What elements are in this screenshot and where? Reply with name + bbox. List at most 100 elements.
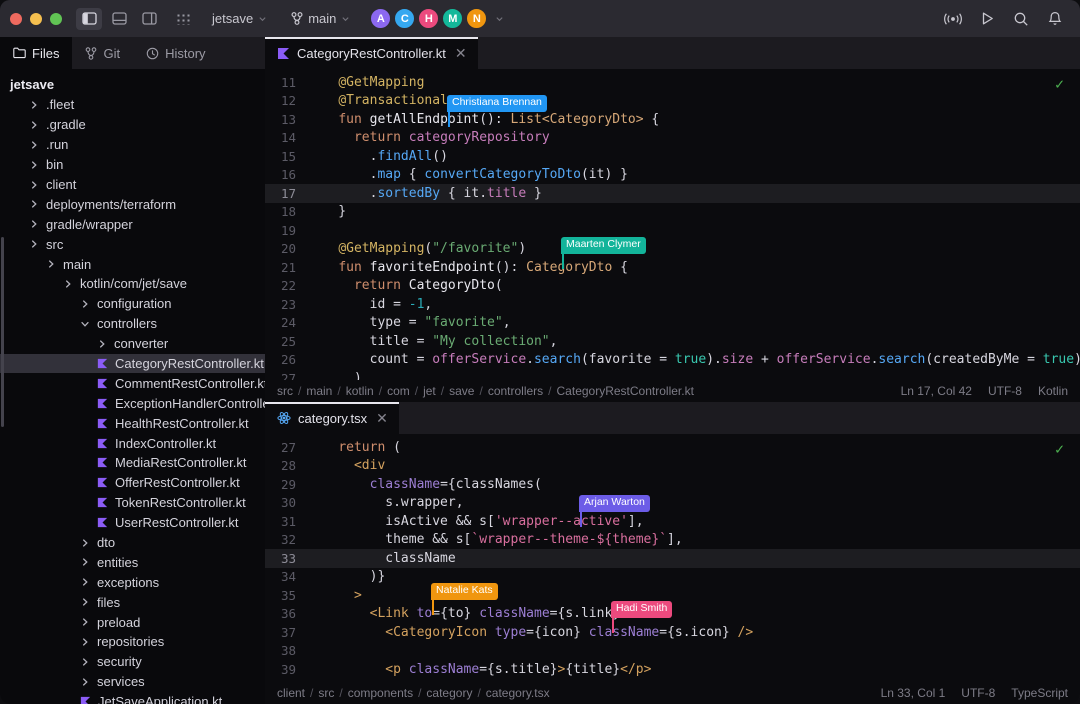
code-line[interactable]: 36 <Link to={to} className={s.link}> [265, 605, 1080, 624]
tree-folder-row[interactable]: .fleet [0, 95, 265, 115]
code-line[interactable]: 39 <p className={s.title}>{title}</p> [265, 660, 1080, 679]
code-line[interactable]: 11 @GetMapping [265, 73, 1080, 92]
code-line[interactable]: 35 > [265, 586, 1080, 605]
tree-folder-row[interactable]: bin [0, 155, 265, 175]
breadcrumb-bottom[interactable]: client / src / components / category / category.… [277, 686, 550, 700]
toggle-bottom-panel-button[interactable] [106, 8, 132, 30]
tree-root-jetsave[interactable]: jetsave [0, 74, 265, 95]
code-line[interactable]: 18 } [265, 203, 1080, 222]
code-line[interactable]: 16 .map { convertCategoryToDto(it) } [265, 166, 1080, 185]
chevron-right-icon[interactable] [44, 259, 58, 269]
breadcrumb-item[interactable]: category.tsx [486, 686, 550, 700]
chevron-right-icon[interactable] [27, 140, 41, 150]
breadcrumb-top[interactable]: src / main / kotlin / com / jet / save / controllers… [277, 384, 694, 398]
breadcrumb-item[interactable]: src [318, 686, 334, 700]
chevron-right-icon[interactable] [27, 239, 41, 249]
chevron-right-icon[interactable] [27, 199, 41, 209]
breadcrumb-item[interactable]: jet [423, 384, 436, 398]
code-line[interactable]: 26 count = offerService.search(favorite … [265, 351, 1080, 370]
caret-position[interactable]: Ln 33, Col 1 [881, 686, 946, 700]
file-language[interactable]: Kotlin [1038, 384, 1068, 398]
code-line[interactable]: 23 id = -1, [265, 295, 1080, 314]
maximize-window-button[interactable] [50, 12, 62, 25]
tree-folder-row[interactable]: deployments/terraform [0, 194, 265, 214]
minimize-window-button[interactable] [30, 12, 42, 25]
tree-folder-row[interactable]: converter [0, 334, 265, 354]
chevron-right-icon[interactable] [27, 100, 41, 110]
chevron-right-icon[interactable] [27, 180, 41, 190]
breadcrumb-item[interactable]: com [387, 384, 410, 398]
code-line[interactable]: 32 theme && s[`wrapper--theme-${theme}`]… [265, 531, 1080, 550]
tree-file-row[interactable]: CategoryRestController.kt [0, 353, 265, 374]
avatar[interactable]: N [466, 8, 488, 29]
search-icon[interactable] [1012, 10, 1030, 28]
code-line[interactable]: 34 )} [265, 568, 1080, 587]
tree-folder-row[interactable]: preload [0, 612, 265, 632]
tree-file-row[interactable]: IndexController.kt [0, 433, 265, 453]
tree-file-row[interactable]: HealthRestController.kt [0, 413, 265, 433]
breadcrumb-item[interactable]: client [277, 686, 305, 700]
close-tab-button[interactable]: ✕ [455, 46, 467, 60]
breadcrumb-item[interactable]: src [277, 384, 293, 398]
avatar[interactable]: C [394, 8, 416, 29]
code-line[interactable]: 20 @GetMapping("/favorite") [265, 240, 1080, 259]
tree-folder-row[interactable]: exceptions [0, 572, 265, 592]
project-selector[interactable]: jetsave [206, 8, 273, 29]
sidebar-tab-files[interactable]: Files [0, 37, 73, 69]
code-line[interactable]: 27 ) [265, 369, 1080, 380]
avatar[interactable]: M [442, 8, 464, 29]
tree-folder-row[interactable]: .run [0, 135, 265, 155]
code-line[interactable]: 19 [265, 221, 1080, 240]
chevron-right-icon[interactable] [78, 577, 92, 587]
chevron-right-icon[interactable] [27, 120, 41, 130]
chevron-right-icon[interactable] [27, 160, 41, 170]
code-line[interactable]: 38 [265, 642, 1080, 661]
broadcast-icon[interactable] [944, 10, 962, 28]
tree-folder-row[interactable]: main [0, 254, 265, 274]
tree-folder-row[interactable]: configuration [0, 294, 265, 314]
code-line[interactable]: 28 <div [265, 457, 1080, 476]
close-window-button[interactable] [10, 12, 22, 25]
code-line[interactable]: 27 return ( [265, 438, 1080, 457]
toggle-left-panel-button[interactable] [76, 7, 102, 30]
tree-folder-row[interactable]: gradle/wrapper [0, 214, 265, 234]
notifications-icon[interactable] [1046, 10, 1064, 28]
code-line[interactable]: 22 return CategoryDto( [265, 277, 1080, 296]
code-line[interactable]: 24 type = "favorite", [265, 314, 1080, 333]
sidebar-scrollbar[interactable] [1, 237, 4, 427]
chevron-right-icon[interactable] [27, 219, 41, 229]
tree-file-row[interactable]: OfferRestController.kt [0, 473, 265, 493]
tree-file-row[interactable]: TokenRestController.kt [0, 493, 265, 513]
tree-folder-row[interactable]: files [0, 592, 265, 612]
chevron-down-icon[interactable] [78, 319, 92, 329]
breadcrumb-item[interactable]: save [449, 384, 474, 398]
caret-position[interactable]: Ln 17, Col 42 [901, 384, 972, 398]
tree-file-row[interactable]: CommentRestController.kt [0, 373, 265, 393]
tab-category-rest-controller[interactable]: CategoryRestController.kt ✕ [265, 37, 478, 69]
chevron-right-icon[interactable] [95, 339, 109, 349]
tree-folder-row[interactable]: security [0, 652, 265, 672]
code-view-top[interactable]: 11 @GetMapping 12 @Transactional 13 fun ge… [265, 69, 1080, 380]
tree-file-row[interactable]: JetSaveApplication.kt [0, 692, 265, 704]
tree-folder-row[interactable]: dto [0, 533, 265, 553]
tree-file-row[interactable]: UserRestController.kt [0, 513, 265, 533]
collaborators-chevron-down-icon[interactable] [495, 14, 504, 23]
file-language[interactable]: TypeScript [1011, 686, 1068, 700]
chevron-right-icon[interactable] [78, 299, 92, 309]
chevron-right-icon[interactable] [78, 538, 92, 548]
breadcrumb-item[interactable]: components [348, 686, 413, 700]
code-line[interactable]: 15 .findAll() [265, 147, 1080, 166]
chevron-right-icon[interactable] [78, 677, 92, 687]
code-line[interactable]: 30 s.wrapper, [265, 494, 1080, 513]
apps-grid-button[interactable] [172, 8, 194, 30]
chevron-right-icon[interactable] [78, 637, 92, 647]
avatar[interactable]: H [418, 8, 440, 29]
chevron-right-icon[interactable] [78, 657, 92, 667]
chevron-right-icon[interactable] [78, 597, 92, 607]
code-line[interactable]: 37 <CategoryIcon type={icon} className={… [265, 623, 1080, 642]
sidebar-tab-history[interactable]: History [133, 37, 218, 69]
code-line[interactable]: 14 return categoryRepository [265, 129, 1080, 148]
toggle-right-panel-button[interactable] [136, 8, 162, 30]
tree-folder-row[interactable]: services [0, 672, 265, 692]
code-line[interactable]: 33 className [265, 549, 1080, 568]
